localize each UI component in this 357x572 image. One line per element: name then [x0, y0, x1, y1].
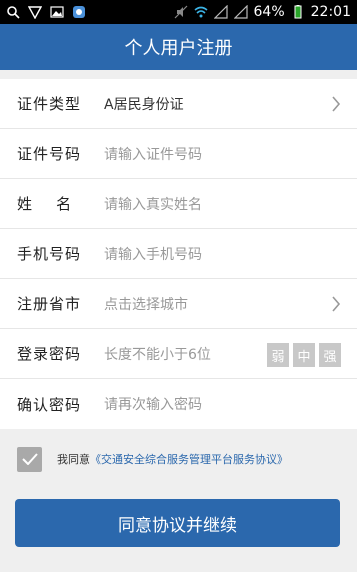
agreement-link[interactable]: 《交通安全综合服务管理平台服务协议》: [90, 451, 288, 467]
image-icon: [50, 6, 64, 18]
password-label: 登录密码: [17, 345, 82, 363]
password-strength-meter: 弱 中 强: [267, 343, 341, 367]
wifi-icon: [194, 6, 208, 18]
battery-percent: 64%: [253, 4, 285, 20]
chevron-right-icon: [332, 296, 341, 312]
clock: 22:01: [310, 4, 351, 20]
city-select[interactable]: 点击选择城市: [104, 294, 357, 314]
registration-form: 证件类型 A居民身份证 证件号码 请输入证件号码 姓 名 请输入真实姓名 手机号…: [0, 79, 357, 429]
id-type-row[interactable]: 证件类型 A居民身份证: [0, 79, 357, 129]
page-title: 个人用户注册: [124, 38, 233, 59]
strength-medium: 中: [293, 343, 315, 367]
agree-and-continue-button[interactable]: 同意协议并继续: [15, 499, 340, 547]
agree-prefix: 我同意: [57, 453, 90, 466]
phone-input[interactable]: 请输入手机号码: [104, 244, 357, 264]
chevron-right-icon: [332, 96, 341, 112]
signal-icon: [213, 5, 228, 19]
id-type-value: A居民身份证: [104, 96, 184, 113]
shield-icon: [28, 6, 42, 19]
name-input[interactable]: 请输入真实姓名: [104, 194, 357, 214]
city-row[interactable]: 注册省市 点击选择城市: [0, 279, 357, 329]
id-number-row: 证件号码 请输入证件号码: [0, 129, 357, 179]
battery-icon: [294, 5, 302, 19]
page-title-bar: 个人用户注册: [0, 24, 357, 70]
signal-icon-2: [233, 5, 248, 19]
city-label: 注册省市: [17, 295, 82, 313]
app-icon: [73, 6, 85, 18]
name-row: 姓 名 请输入真实姓名: [0, 179, 357, 229]
agree-checkbox[interactable]: [17, 446, 42, 472]
confirm-password-row: 确认密码 请再次输入密码: [0, 379, 357, 429]
id-type-label: 证件类型: [17, 95, 82, 113]
strength-weak: 弱: [267, 343, 289, 367]
phone-row: 手机号码 请输入手机号码: [0, 229, 357, 279]
mute-icon: [174, 5, 187, 19]
password-row: 登录密码 长度不能小于6位 弱 中 强: [0, 329, 357, 379]
status-bar: 64% 22:01: [0, 0, 357, 24]
name-label: 姓 名: [17, 195, 73, 213]
strength-strong: 强: [319, 343, 341, 367]
confirm-password-label: 确认密码: [17, 395, 82, 414]
phone-label: 手机号码: [17, 245, 82, 263]
id-number-label: 证件号码: [17, 145, 82, 163]
search-icon: [7, 6, 20, 19]
id-number-input[interactable]: 请输入证件号码: [104, 144, 357, 164]
confirm-password-input[interactable]: 请再次输入密码: [104, 394, 357, 414]
agreement-row: 我同意 《交通安全综合服务管理平台服务协议》: [0, 442, 357, 476]
checkmark-icon: [21, 453, 38, 465]
